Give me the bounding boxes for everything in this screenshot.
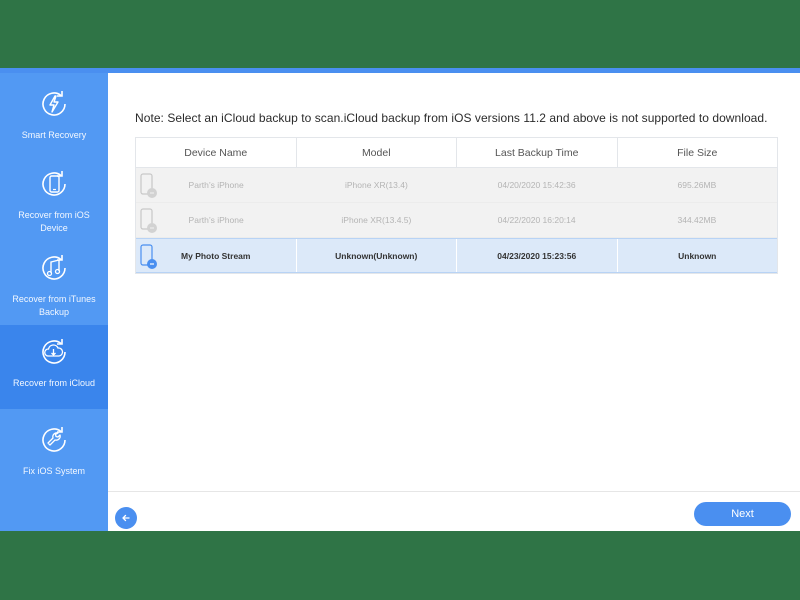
- iphone-device-icon: [140, 173, 157, 198]
- main-panel: Note: Select an iCloud backup to scan.iC…: [108, 73, 800, 531]
- cell-model: iPhone XR(13.4): [344, 180, 408, 190]
- column-header-last-backup-time[interactable]: Last Backup Time: [457, 138, 618, 167]
- cell-last-backup-time: 04/23/2020 15:23:56: [456, 239, 617, 272]
- next-button[interactable]: Next: [694, 502, 791, 526]
- lightning-refresh-icon: [42, 91, 66, 116]
- wrench-refresh-icon: [42, 427, 66, 452]
- cell-device-name: Parth’s iPhone: [188, 180, 244, 190]
- back-button[interactable]: [115, 507, 137, 529]
- table-header: Device Name Model Last Backup Time File …: [136, 138, 777, 168]
- sidebar-item-recover-ios-device[interactable]: Recover from iOS Device: [0, 167, 108, 241]
- phone-refresh-icon: [42, 171, 66, 196]
- music-note-refresh-icon: [42, 255, 66, 280]
- arrow-left-icon: [122, 514, 130, 522]
- cloud-download-refresh-icon: [42, 339, 66, 364]
- sidebar-item-label: Smart Recovery: [21, 130, 87, 140]
- table-row[interactable]: Parth’s iPhone iPhone XR(13.4) 04/20/202…: [136, 168, 777, 203]
- backup-note: Note: Select an iCloud backup to scan.iC…: [135, 111, 768, 125]
- cell-model: iPhone XR(13.4.5): [341, 215, 412, 225]
- app-window: Smart Recovery Recover from iOS Device R…: [0, 68, 800, 531]
- sidebar-item-recover-icloud[interactable]: Recover from iCloud: [0, 325, 108, 409]
- table-row[interactable]: Parth’s iPhone iPhone XR(13.4.5) 04/22/2…: [136, 203, 777, 238]
- sidebar-item-label: Recover from iOS Device: [18, 210, 90, 233]
- sidebar-item-smart-recovery[interactable]: Smart Recovery: [0, 87, 108, 153]
- column-header-model[interactable]: Model: [297, 138, 457, 167]
- backup-table: Device Name Model Last Backup Time File …: [135, 137, 778, 274]
- sidebar-item-label: Fix iOS System: [22, 466, 85, 476]
- cell-file-size: 695.26MB: [677, 180, 717, 190]
- cell-model: Unknown(Unknown): [295, 239, 457, 272]
- sidebar-item-label: Recover from iCloud: [12, 378, 96, 388]
- column-header-device-name[interactable]: Device Name: [136, 138, 297, 167]
- cell-last-backup-time: 04/22/2020 16:20:14: [497, 215, 576, 225]
- cell-file-size: Unknown: [616, 239, 778, 272]
- footer-divider: [108, 491, 800, 492]
- sidebar-item-recover-itunes-backup[interactable]: Recover from iTunes Backup: [0, 251, 108, 325]
- table-row-selected[interactable]: My Photo Stream Unknown(Unknown) 04/23/2…: [136, 238, 777, 273]
- cell-device-name: Parth’s iPhone: [188, 215, 244, 225]
- cell-last-backup-time: 04/20/2020 15:42:36: [497, 180, 576, 190]
- cell-file-size: 344.42MB: [677, 215, 717, 225]
- iphone-device-icon: [140, 208, 157, 233]
- photo-stream-device-icon: [140, 244, 157, 269]
- column-header-file-size[interactable]: File Size: [618, 138, 778, 167]
- sidebar-item-label: Recover from iTunes Backup: [12, 294, 96, 317]
- sidebar-item-fix-ios-system[interactable]: Fix iOS System: [0, 423, 108, 489]
- sidebar: Smart Recovery Recover from iOS Device R…: [0, 73, 108, 531]
